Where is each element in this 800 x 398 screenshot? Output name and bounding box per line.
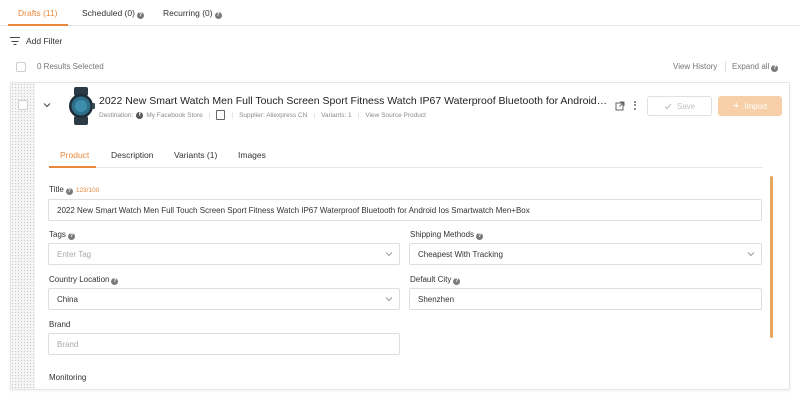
help-icon: ? bbox=[67, 233, 75, 240]
select-all-checkbox[interactable] bbox=[16, 62, 26, 72]
chevron-down-icon bbox=[385, 297, 393, 302]
facebook-icon: f bbox=[136, 111, 144, 119]
check-icon bbox=[664, 103, 672, 109]
expand-all-link[interactable]: Expand all? bbox=[732, 62, 779, 72]
add-filter-button[interactable]: Add Filter bbox=[10, 36, 62, 46]
add-filter-label: Add Filter bbox=[26, 36, 63, 46]
active-tab-indicator bbox=[49, 166, 96, 168]
help-icon: ? bbox=[214, 12, 222, 19]
product-draft-card: 2022 New Smart Watch Men Full Touch Scre… bbox=[10, 82, 790, 390]
chevron-down-icon[interactable] bbox=[42, 100, 52, 110]
help-icon: ? bbox=[136, 12, 144, 19]
divider: | bbox=[357, 111, 360, 119]
shipping-value: Cheapest With Tracking bbox=[418, 249, 503, 259]
city-field-label: Default City? bbox=[410, 275, 461, 285]
help-icon: ? bbox=[65, 188, 73, 195]
tab-product[interactable]: Product bbox=[60, 150, 89, 160]
title-label: Title bbox=[49, 185, 64, 194]
help-icon: ? bbox=[453, 278, 461, 285]
tab-description[interactable]: Description bbox=[111, 150, 154, 160]
monitoring-label: Monitoring bbox=[49, 373, 87, 382]
tags-placeholder: Enter Tag bbox=[57, 249, 92, 259]
title-char-counter: 123/100 bbox=[75, 187, 100, 194]
product-thumbnail bbox=[69, 87, 95, 125]
drag-handle[interactable] bbox=[11, 83, 35, 389]
view-history-link[interactable]: View History bbox=[673, 62, 717, 71]
country-label: Country Location bbox=[49, 275, 110, 284]
scrollbar[interactable] bbox=[770, 176, 773, 338]
plus-icon: + bbox=[732, 100, 740, 112]
divider bbox=[725, 61, 726, 72]
shipping-methods-select[interactable]: Cheapest With Tracking bbox=[409, 243, 762, 265]
tab-scheduled[interactable]: Scheduled (0)? bbox=[82, 8, 144, 19]
tab-recurring-label: Recurring (0) bbox=[163, 8, 213, 18]
tab-recurring[interactable]: Recurring (0)? bbox=[163, 8, 222, 19]
shipping-label: Shipping Methods bbox=[410, 230, 475, 239]
results-selected-label: 0 Results Selected bbox=[37, 62, 104, 71]
import-button[interactable]: + Import bbox=[718, 96, 782, 116]
tab-images[interactable]: Images bbox=[238, 150, 266, 160]
brand-label: Brand bbox=[49, 320, 71, 329]
save-label: Save bbox=[676, 101, 696, 111]
tags-select[interactable]: Enter Tag bbox=[48, 243, 400, 265]
brand-input[interactable]: Brand bbox=[48, 333, 400, 355]
help-icon: ? bbox=[111, 278, 119, 285]
help-icon: ? bbox=[771, 65, 779, 72]
country-location-select[interactable]: China bbox=[48, 288, 400, 310]
chevron-down-icon bbox=[747, 252, 755, 257]
product-meta: Destination: f My Facebook Store | | Sup… bbox=[99, 110, 426, 120]
destination-label: Destination: bbox=[99, 111, 134, 119]
tab-variants[interactable]: Variants (1) bbox=[174, 150, 217, 160]
tags-label: Tags bbox=[49, 230, 66, 239]
product-title: 2022 New Smart Watch Men Full Touch Scre… bbox=[99, 95, 609, 107]
divider: | bbox=[208, 111, 211, 119]
supplier-text: Supplier: Aliexpress CN bbox=[239, 111, 308, 119]
shipping-field-label: Shipping Methods? bbox=[410, 230, 484, 240]
external-link-icon[interactable] bbox=[615, 101, 625, 111]
save-button[interactable]: Save bbox=[647, 96, 712, 116]
divider: | bbox=[313, 111, 316, 119]
tab-scheduled-label: Scheduled (0) bbox=[82, 8, 135, 18]
title-field-label: Title? 123/100 bbox=[49, 185, 99, 195]
import-label: Import bbox=[744, 101, 768, 111]
view-source-link[interactable]: View Source Product bbox=[365, 112, 426, 119]
product-select-checkbox[interactable] bbox=[18, 100, 28, 110]
country-value: China bbox=[57, 294, 78, 304]
city-label: Default City bbox=[410, 275, 452, 284]
store-name: My Facebook Store bbox=[146, 111, 203, 119]
results-toolbar: 0 Results Selected View History Expand a… bbox=[0, 59, 800, 77]
default-city-input[interactable]: Shenzhen bbox=[409, 288, 762, 310]
country-field-label: Country Location? bbox=[49, 275, 119, 285]
tab-drafts[interactable]: Drafts (11) bbox=[18, 8, 58, 18]
filter-icon bbox=[10, 37, 20, 46]
title-input[interactable]: 2022 New Smart Watch Men Full Touch Scre… bbox=[48, 199, 762, 221]
active-tab-indicator bbox=[8, 24, 68, 26]
expand-all-label: Expand all bbox=[732, 62, 770, 71]
chevron-down-icon bbox=[385, 252, 393, 257]
variants-text: Variants: 1 bbox=[321, 111, 352, 119]
tags-field-label: Tags? bbox=[49, 230, 75, 240]
product-tabs: Product Description Variants (1) Images bbox=[49, 143, 763, 168]
divider: | bbox=[231, 111, 234, 119]
note-icon[interactable] bbox=[216, 110, 226, 120]
draft-tabs: Drafts (11) Scheduled (0)? Recurring (0)… bbox=[0, 0, 800, 26]
help-icon: ? bbox=[476, 233, 484, 240]
more-options-icon[interactable] bbox=[632, 99, 638, 113]
